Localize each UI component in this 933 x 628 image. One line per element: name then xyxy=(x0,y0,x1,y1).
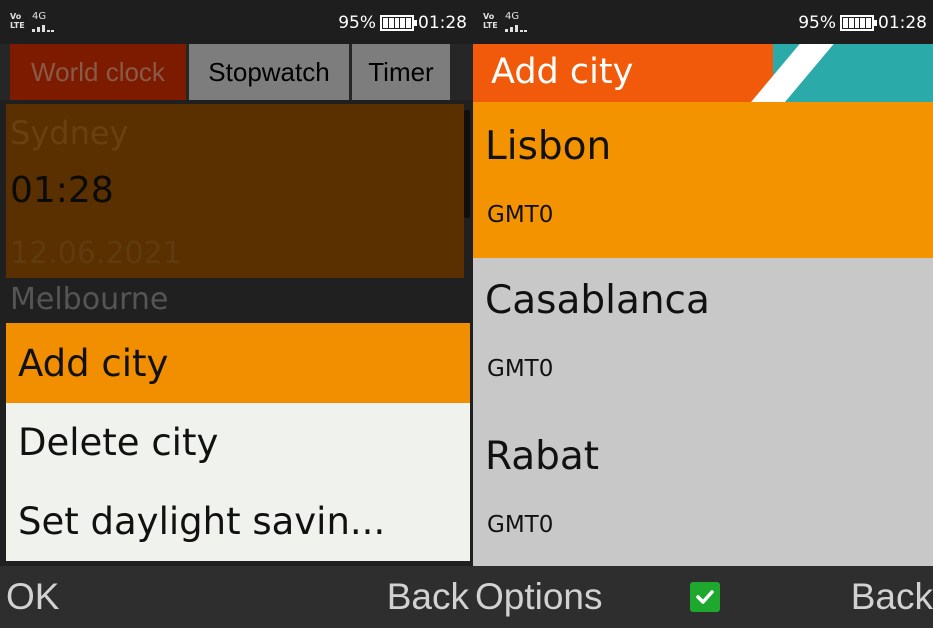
clock-item-sydney[interactable]: Sydney 01:28 12.06.2021 xyxy=(6,104,464,278)
clock-date: 12.06.2021 xyxy=(10,236,182,271)
add-city-screen: Vo LTE 4G 95% 01:28 Add city Lisbon GMT0 … xyxy=(473,0,933,628)
battery-icon xyxy=(840,15,877,31)
clock-time: 01:28 xyxy=(10,170,114,211)
battery-percent: 95% xyxy=(798,13,836,33)
city-item-rabat[interactable]: Rabat GMT0 xyxy=(473,412,933,568)
page-title: Add city xyxy=(491,52,634,92)
status-bar: Vo LTE 4G 95% 01:28 xyxy=(0,0,473,44)
battery-icon xyxy=(380,15,417,31)
tab-timer[interactable]: Timer xyxy=(352,44,450,100)
world-clock-screen: Vo LTE 4G 95% 01:28 World clock Stopwatch… xyxy=(0,0,473,628)
status-bar: Vo LTE 4G 95% 01:28 xyxy=(473,0,933,44)
battery-percent: 95% xyxy=(338,13,376,33)
city-name: Lisbon xyxy=(485,124,612,169)
city-timezone: GMT0 xyxy=(487,202,554,228)
menu-item-set-daylight-saving[interactable]: Set daylight savin... xyxy=(6,481,470,561)
city-item-casablanca[interactable]: Casablanca GMT0 xyxy=(473,256,933,412)
clock-item-melbourne[interactable]: Melbourne xyxy=(10,282,168,317)
city-name: Casablanca xyxy=(485,278,710,323)
page-header: Add city xyxy=(473,44,933,102)
check-icon[interactable] xyxy=(690,582,720,612)
menu-item-add-city[interactable]: Add city xyxy=(6,323,470,403)
status-time: 01:28 xyxy=(878,13,927,33)
status-time: 01:28 xyxy=(418,13,467,33)
city-timezone: GMT0 xyxy=(487,512,554,538)
tab-stopwatch[interactable]: Stopwatch xyxy=(189,44,349,100)
city-name: Rabat xyxy=(485,434,600,479)
softkey-back[interactable]: Back xyxy=(387,576,469,618)
softkey-back[interactable]: Back xyxy=(851,576,933,618)
softkey-options[interactable]: Options xyxy=(475,576,603,618)
tab-bar: World clock Stopwatch Timer xyxy=(0,44,473,100)
city-timezone: GMT0 xyxy=(487,356,554,382)
options-menu: Add city Delete city Set daylight savin.… xyxy=(6,323,470,561)
tab-world-clock[interactable]: World clock xyxy=(10,44,186,100)
softkey-bar: OK Back xyxy=(0,566,473,628)
softkey-bar: Options Back xyxy=(473,566,933,628)
menu-item-delete-city[interactable]: Delete city xyxy=(6,402,470,482)
clock-city: Sydney xyxy=(10,114,129,152)
scrollbar[interactable] xyxy=(464,110,470,218)
city-item-lisbon[interactable]: Lisbon GMT0 xyxy=(473,102,933,258)
softkey-ok[interactable]: OK xyxy=(6,576,59,618)
